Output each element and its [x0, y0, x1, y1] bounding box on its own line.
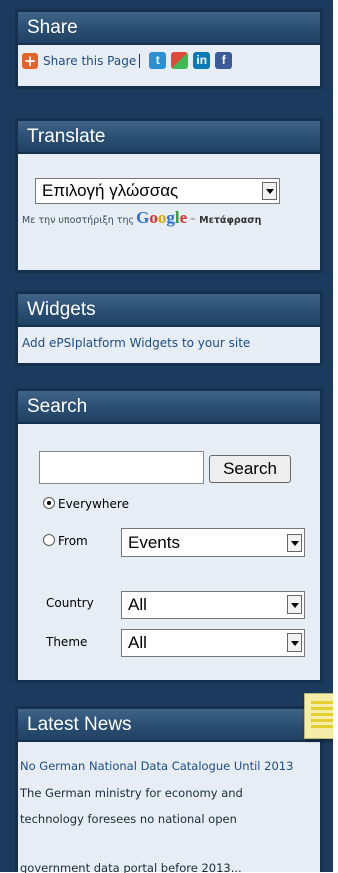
share-this-page-link[interactable]: Share this Page — [43, 54, 136, 68]
language-select[interactable]: Επιλογή γλώσσας — [35, 178, 280, 204]
news-document-icon — [304, 693, 338, 739]
facebook-icon[interactable]: f — [215, 52, 233, 69]
widgets-heading: Widgets — [18, 294, 320, 327]
country-label: Country — [46, 596, 94, 610]
translate-box: Translate Επιλογή γλώσσας Με την υποστήρ… — [15, 118, 323, 273]
widgets-box: Widgets Add ePSIplatform Widgets to your… — [15, 291, 323, 366]
news-next-line: government data portal before 2013... — [20, 861, 242, 873]
google-logo[interactable]: Google — [136, 208, 187, 228]
search-input[interactable] — [39, 451, 204, 484]
latest-news-heading: Latest News — [18, 709, 320, 742]
linkedin-icon[interactable]: in — [193, 52, 211, 69]
search-button[interactable]: Search — [209, 455, 291, 483]
search-box: Search Search Everywhere From Events Cou… — [15, 388, 323, 683]
news-item: No German National Data Catalogue Until … — [20, 753, 310, 833]
chevron-down-icon[interactable] — [287, 595, 302, 614]
separator — [139, 53, 141, 68]
translate-heading: Translate — [18, 121, 320, 154]
chevron-down-icon[interactable] — [262, 182, 277, 200]
news-headline-link[interactable]: No German National Data Catalogue Until … — [20, 759, 293, 773]
add-widgets-link[interactable]: Add ePSIplatform Widgets to your site — [22, 336, 250, 350]
sidebar: Share + Share this Page t in f Translate… — [0, 0, 338, 873]
from-radio[interactable] — [43, 534, 55, 546]
chevron-down-icon[interactable] — [287, 633, 302, 652]
share-plus-icon[interactable]: + — [22, 52, 38, 69]
news-truncated-line: government data portal before 2013... — [20, 861, 310, 873]
country-select-value: All — [128, 595, 147, 614]
share-heading: Share — [18, 12, 320, 45]
from-label: From — [58, 534, 88, 548]
search-heading: Search — [18, 391, 320, 424]
theme-select-value: All — [128, 633, 147, 652]
from-select-value: Events — [128, 533, 180, 552]
latest-news-box: Latest News No German National Data Cata… — [15, 693, 338, 873]
news-body: The German ministry for economy and tech… — [20, 785, 243, 827]
theme-select[interactable]: All — [121, 629, 305, 657]
language-select-value: Επιλογή γλώσσας — [42, 181, 179, 200]
translate-service-label: Μετάφραση — [199, 215, 262, 226]
trademark: ™ — [189, 217, 197, 225]
share-box: Share + Share this Page t in f — [15, 9, 323, 89]
theme-label: Theme — [46, 635, 88, 649]
chevron-down-icon[interactable] — [287, 534, 302, 552]
powered-by-google: Με την υποστήριξη της Google ™ Μετάφραση — [22, 208, 261, 228]
from-select[interactable]: Events — [121, 528, 305, 557]
powered-prefix: Με την υποστήριξη της — [22, 215, 135, 226]
twitter-icon[interactable]: t — [149, 52, 167, 69]
everywhere-radio[interactable] — [43, 497, 55, 509]
everywhere-label: Everywhere — [58, 497, 129, 511]
google-plus-icon[interactable] — [171, 52, 189, 69]
country-select[interactable]: All — [121, 591, 305, 619]
